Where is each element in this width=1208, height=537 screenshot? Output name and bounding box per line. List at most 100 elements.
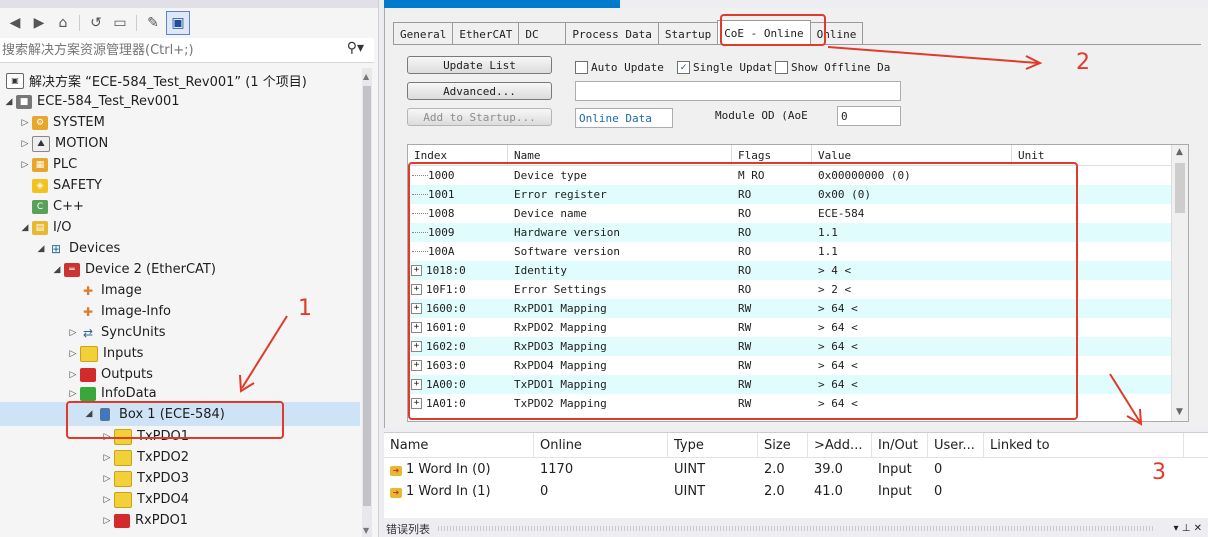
tab-dc[interactable]: DC — [518, 22, 567, 45]
tree-scrollbar[interactable]: ▲ ▼ — [362, 68, 372, 537]
expand-icon[interactable]: ▷ — [18, 139, 32, 149]
checkbox-label: Show Offline Da — [791, 61, 891, 74]
checkbox-box[interactable] — [775, 61, 788, 74]
tree-item-motion[interactable]: ▷ ⛰ MOTION — [0, 133, 360, 154]
list-item[interactable]: ➜ 1 Word In (1) 0 UINT 2.0 41.0 Input 0 — [384, 480, 1208, 502]
status-bar: 错误列表 ▾ ⊥ ✕ — [380, 520, 1208, 537]
tree-item-project[interactable]: ◢ ■ ECE-584_Test_Rev001 — [0, 91, 360, 112]
advanced-button[interactable]: Advanced... — [407, 82, 552, 100]
collapse-icon[interactable]: ◢ — [2, 97, 16, 107]
expand-icon[interactable]: ▷ — [18, 160, 32, 170]
tree-item-devices[interactable]: ◢ ⊞ Devices — [0, 238, 360, 259]
tree-item-syncunits[interactable]: ▷ ⇄ SyncUnits — [0, 322, 360, 343]
scroll-up-icon[interactable]: ▲ — [363, 72, 369, 81]
tab-startup[interactable]: Startup — [657, 22, 719, 45]
tree-item-cpp[interactable]: C C++ — [0, 196, 360, 217]
tree-item-rxpdo1[interactable]: ▷ RxPDO1 — [0, 510, 360, 531]
tree-item-io[interactable]: ◢ ▤ I/O — [0, 217, 360, 238]
tree-item-txpdo2[interactable]: ▷ TxPDO2 — [0, 447, 360, 468]
column-header-address[interactable]: >Add... — [808, 433, 872, 457]
collapse-icon[interactable]: ◢ — [34, 244, 48, 254]
home-icon[interactable]: ⌂ — [52, 12, 74, 34]
tab-ethercat[interactable]: EtherCAT — [452, 22, 520, 45]
show-offline-checkbox[interactable]: Show Offline Da — [775, 61, 890, 74]
tree-item-plc[interactable]: ▷ ▦ PLC — [0, 154, 360, 175]
add-to-startup-button[interactable]: Add to Startup... — [407, 108, 552, 126]
tree-item-safety[interactable]: ◈ SAFETY — [0, 175, 360, 196]
expand-icon[interactable]: ▷ — [100, 474, 114, 484]
module-od-input[interactable]: 0 — [837, 106, 901, 126]
column-header-inout[interactable]: In/Out — [872, 433, 928, 457]
tree-item-label: TxPDO3 — [137, 471, 189, 486]
checkbox-box-checked[interactable]: ✓ — [677, 61, 690, 74]
scroll-thumb[interactable] — [1175, 163, 1185, 213]
column-header-online[interactable]: Online — [534, 433, 668, 457]
view-icon[interactable]: ▭ — [109, 12, 131, 34]
search-input[interactable] — [0, 38, 334, 62]
annotation-label-1: 1 — [298, 296, 312, 321]
tree-item-outputs[interactable]: ▷ Outputs — [0, 364, 360, 385]
expand-icon[interactable]: ▷ — [100, 516, 114, 526]
tab-process-data[interactable]: Process Data — [565, 22, 659, 45]
cell-user: 0 — [934, 461, 943, 477]
properties-icon[interactable]: ✎ — [142, 12, 164, 34]
tree-item-infodata[interactable]: ▷ InfoData — [0, 385, 360, 402]
ethercat-icon: ═ — [64, 262, 80, 277]
tree-item-inputs[interactable]: ▷ Inputs — [0, 343, 360, 364]
scroll-thumb[interactable] — [363, 86, 371, 506]
tree-item-label: ECE-584_Test_Rev001 — [37, 94, 180, 109]
cell-user: 0 — [934, 483, 943, 499]
tree-item-txpdo4[interactable]: ▷ TxPDO4 — [0, 489, 360, 510]
list-item[interactable]: ➜ 1 Word In (0) 1170 UINT 2.0 39.0 Input 0 — [384, 458, 1208, 480]
history-icon[interactable]: ↺ — [85, 12, 107, 34]
tree-item-solution[interactable]: ▣ 解决方案 “ECE-584_Test_Rev001” (1 个项目) — [0, 70, 360, 91]
annotation-label-3: 3 — [1152, 460, 1166, 485]
expand-icon[interactable]: ▷ — [66, 389, 80, 399]
info-field[interactable] — [575, 81, 901, 101]
document-tab[interactable] — [384, 0, 620, 8]
tree-item-device2[interactable]: ◢ ═ Device 2 (EtherCAT) — [0, 259, 360, 280]
single-update-checkbox[interactable]: ✓ Single Updat — [677, 61, 772, 74]
toolbar-divider — [79, 15, 80, 31]
expand-icon[interactable]: ▷ — [66, 370, 80, 380]
column-header-size[interactable]: Size — [758, 433, 808, 457]
collapse-icon[interactable]: ◢ — [50, 265, 64, 275]
update-list-button[interactable]: Update List — [407, 56, 552, 74]
inputs-icon — [80, 345, 98, 362]
expand-icon[interactable]: ▷ — [66, 328, 80, 338]
scroll-down-icon[interactable]: ▼ — [1176, 407, 1183, 417]
scroll-up-icon[interactable]: ▲ — [1176, 147, 1183, 157]
forward-icon[interactable]: ▶ — [28, 12, 50, 34]
back-icon[interactable]: ◀ — [4, 12, 26, 34]
annotation-box-3 — [408, 162, 1078, 420]
search-icon[interactable]: ⚲▾ — [347, 40, 364, 56]
collapse-icon[interactable]: ◢ — [18, 223, 32, 233]
solution-icon: ▣ — [6, 72, 24, 89]
sync-icon[interactable]: ▣ — [166, 11, 190, 35]
txpdo-icon — [114, 470, 132, 487]
column-header-user[interactable]: User... — [928, 433, 984, 457]
cell-inout: Input — [878, 483, 912, 499]
txpdo-icon — [114, 491, 132, 508]
checkbox-box[interactable] — [575, 61, 588, 74]
annotation-box-2 — [720, 14, 826, 46]
pin-icon[interactable]: ▾ ⊥ ✕ — [1162, 523, 1208, 534]
tree-item-label: TxPDO4 — [137, 492, 189, 507]
expand-icon[interactable]: ▷ — [18, 118, 32, 128]
cell-inout: Input — [878, 461, 912, 477]
column-header-name[interactable]: Name — [384, 433, 534, 457]
column-header-linked[interactable]: Linked to — [984, 433, 1184, 457]
error-list-label[interactable]: 错误列表 — [380, 521, 430, 537]
expand-icon[interactable]: ▷ — [66, 349, 80, 359]
tab-general[interactable]: General — [393, 22, 454, 45]
tree-item-label: C++ — [53, 199, 84, 214]
expand-icon[interactable]: ▷ — [100, 495, 114, 505]
tree-item-label: Inputs — [103, 346, 144, 361]
auto-update-checkbox[interactable]: Auto Update — [575, 61, 664, 74]
grid-scrollbar[interactable]: ▲ ▼ — [1171, 145, 1188, 421]
scroll-down-icon[interactable]: ▼ — [363, 526, 369, 535]
tree-item-txpdo3[interactable]: ▷ TxPDO3 — [0, 468, 360, 489]
tree-item-system[interactable]: ▷ ⚙ SYSTEM — [0, 112, 360, 133]
column-header-type[interactable]: Type — [668, 433, 758, 457]
expand-icon[interactable]: ▷ — [100, 453, 114, 463]
